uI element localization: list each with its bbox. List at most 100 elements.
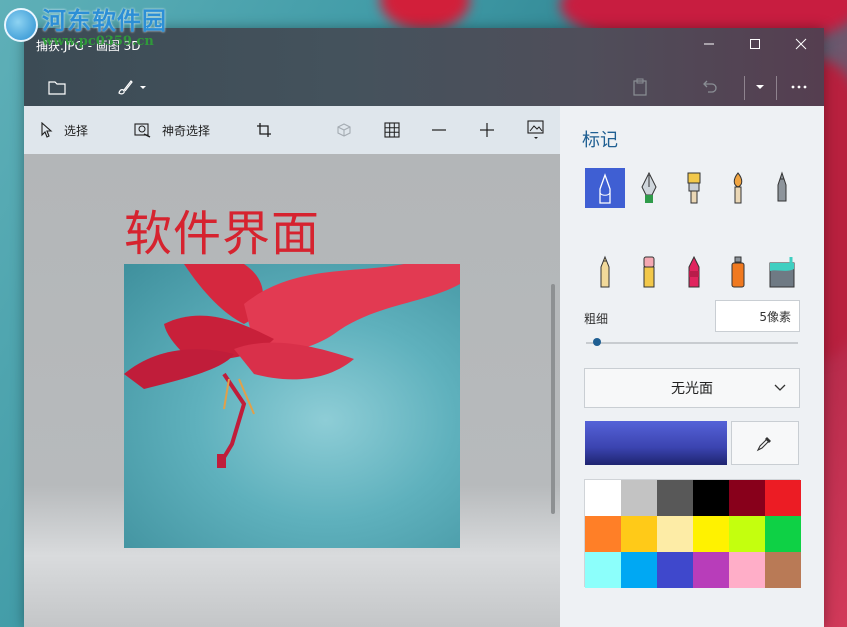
thickness-input[interactable]: 5像素 bbox=[715, 300, 800, 332]
color-swatch[interactable] bbox=[729, 516, 765, 552]
undo-button[interactable] bbox=[700, 74, 718, 100]
crayon-icon bbox=[688, 255, 700, 288]
magic-select-icon bbox=[134, 123, 151, 138]
fill-bucket-brush[interactable] bbox=[762, 252, 802, 292]
calligraphy-pen-icon bbox=[641, 171, 657, 203]
cursor-icon bbox=[41, 122, 53, 138]
calligraphy-pen-brush[interactable] bbox=[629, 168, 669, 208]
paint3d-window: 捕获.JPG - 画图 3D 选择 神奇选择 软件界面 标记 粗细 5像素 无光… bbox=[24, 28, 824, 627]
grid-icon bbox=[384, 122, 400, 138]
color-swatch[interactable] bbox=[585, 552, 621, 588]
flower-illustration bbox=[124, 264, 460, 468]
folder-icon bbox=[48, 81, 66, 95]
color-swatch[interactable] bbox=[729, 480, 765, 516]
select-tool[interactable]: 选择 bbox=[40, 118, 88, 142]
pencil-icon bbox=[600, 255, 610, 288]
color-swatch[interactable] bbox=[729, 552, 765, 588]
watermark-title: 河东软件园 bbox=[42, 6, 167, 35]
undo-icon bbox=[703, 80, 717, 93]
image-view-tool[interactable] bbox=[527, 118, 545, 142]
close-button[interactable] bbox=[778, 28, 824, 60]
marker-icon bbox=[599, 173, 611, 204]
color-swatch[interactable] bbox=[765, 552, 801, 588]
pencil-brush[interactable] bbox=[585, 252, 625, 292]
3d-view-tool[interactable] bbox=[336, 118, 352, 142]
finish-value: 无光面 bbox=[671, 381, 713, 397]
crayon-brush[interactable] bbox=[674, 252, 714, 292]
eraser-icon bbox=[643, 256, 655, 288]
chevron-down-icon bbox=[756, 85, 764, 89]
marker-brush[interactable] bbox=[585, 168, 625, 208]
zoom-in-icon bbox=[480, 123, 494, 137]
spray-can-icon bbox=[731, 256, 745, 288]
thickness-slider-thumb[interactable] bbox=[592, 338, 601, 346]
thickness-slider[interactable] bbox=[586, 342, 798, 344]
color-swatch[interactable] bbox=[693, 516, 729, 552]
watercolor-icon bbox=[733, 172, 743, 204]
more-icon bbox=[791, 85, 807, 89]
history-dropdown-button[interactable] bbox=[754, 74, 766, 100]
minimize-icon bbox=[704, 43, 714, 45]
watermark: 河东软件园 www.pc0359.cn bbox=[4, 8, 167, 50]
watermark-logo bbox=[4, 8, 38, 42]
oil-brush[interactable] bbox=[674, 168, 714, 208]
chevron-down-icon bbox=[774, 384, 786, 391]
paste-button[interactable] bbox=[632, 74, 648, 100]
finish-dropdown[interactable]: 无光面 bbox=[584, 368, 800, 408]
vertical-scrollbar[interactable] bbox=[551, 284, 555, 514]
brush-dropdown-icon bbox=[118, 80, 146, 95]
grid-tool[interactable] bbox=[384, 118, 400, 142]
color-swatch[interactable] bbox=[657, 516, 693, 552]
art-tools-button[interactable] bbox=[116, 74, 150, 100]
canvas-toolbar: 选择 神奇选择 bbox=[24, 106, 560, 154]
toolbar-separator bbox=[776, 76, 777, 100]
current-color-swatch[interactable] bbox=[585, 421, 727, 465]
eyedropper-button[interactable] bbox=[731, 421, 799, 465]
canvas-text: 软件界面 bbox=[124, 206, 321, 262]
color-swatch[interactable] bbox=[693, 480, 729, 516]
color-swatch[interactable] bbox=[693, 552, 729, 588]
minimize-button[interactable] bbox=[686, 28, 732, 60]
canvas-area[interactable]: 软件界面 bbox=[24, 154, 560, 627]
magic-select-label: 神奇选择 bbox=[162, 123, 211, 138]
zoom-out-icon bbox=[432, 129, 446, 131]
color-swatch[interactable] bbox=[585, 516, 621, 552]
oil-brush-icon bbox=[687, 172, 701, 204]
maximize-icon bbox=[750, 39, 760, 49]
color-swatch[interactable] bbox=[657, 480, 693, 516]
watercolor-brush[interactable] bbox=[718, 168, 758, 208]
select-label: 选择 bbox=[64, 123, 89, 138]
spray-can-brush[interactable] bbox=[718, 252, 758, 292]
watermark-url: www.pc0359.cn bbox=[42, 34, 154, 49]
zoom-out-tool[interactable] bbox=[431, 118, 447, 142]
toolbar-separator bbox=[744, 76, 745, 100]
color-palette bbox=[584, 479, 801, 588]
color-swatch[interactable] bbox=[657, 552, 693, 588]
pixel-pen-brush[interactable] bbox=[762, 168, 802, 208]
clipboard-icon bbox=[633, 78, 647, 96]
crop-icon bbox=[257, 123, 271, 137]
fill-bucket-icon bbox=[769, 257, 795, 288]
background-flower bbox=[380, 0, 470, 30]
color-swatch[interactable] bbox=[765, 480, 801, 516]
flower-photo bbox=[124, 264, 460, 548]
crop-tool[interactable] bbox=[256, 118, 272, 142]
maximize-button[interactable] bbox=[732, 28, 778, 60]
zoom-in-tool[interactable] bbox=[479, 118, 495, 142]
color-swatch[interactable] bbox=[621, 480, 657, 516]
color-swatch[interactable] bbox=[585, 480, 621, 516]
menu-button[interactable] bbox=[48, 74, 66, 100]
magic-select-tool[interactable]: 神奇选择 bbox=[134, 118, 210, 142]
eraser-brush[interactable] bbox=[629, 252, 669, 292]
markers-panel: 标记 粗细 5像素 无光面 bbox=[560, 106, 824, 627]
thickness-label: 粗细 bbox=[584, 312, 609, 326]
color-swatch[interactable] bbox=[621, 552, 657, 588]
panel-title: 标记 bbox=[582, 130, 618, 151]
color-swatch[interactable] bbox=[621, 516, 657, 552]
close-icon bbox=[795, 38, 807, 50]
image-icon bbox=[527, 120, 544, 139]
eyedropper-icon bbox=[756, 437, 771, 452]
pixel-pen-icon bbox=[777, 171, 787, 202]
more-button[interactable] bbox=[790, 74, 808, 100]
color-swatch[interactable] bbox=[765, 516, 801, 552]
